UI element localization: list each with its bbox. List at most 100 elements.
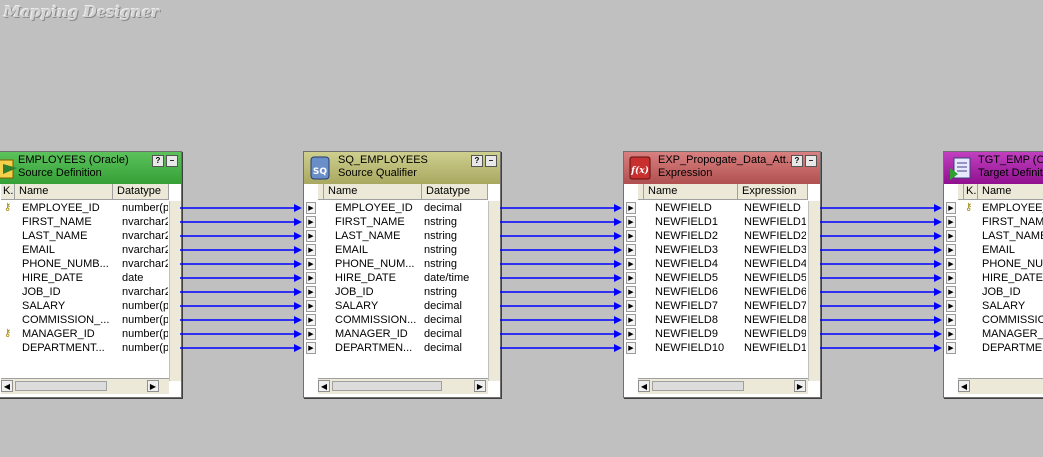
input-port-arrow[interactable]: ▶	[626, 230, 636, 242]
tgt-port-row[interactable]: ▶ ⚷ EMPLOYEE_	[944, 201, 1043, 215]
tgt-port-row[interactable]: ▶ COMMISSIO	[944, 313, 1043, 327]
col-header-expression[interactable]: Expression	[738, 184, 808, 200]
input-port-arrow[interactable]: ▶	[306, 272, 316, 284]
input-port-arrow[interactable]: ▶	[626, 286, 636, 298]
help-button[interactable]: ?	[791, 155, 803, 167]
tgt-header[interactable]: TGT_EMP (Or Target Definiti	[944, 152, 1043, 184]
col-header-name[interactable]: Name	[15, 184, 113, 200]
scroll-thumb[interactable]	[652, 381, 744, 391]
scroll-left-arrow[interactable]: ◀	[958, 380, 970, 392]
exp-port-row[interactable]: ▶NEWFIELD7NEWFIELD7▶	[624, 299, 820, 313]
input-port-arrow[interactable]: ▶	[306, 286, 316, 298]
scroll-thumb[interactable]	[332, 381, 442, 391]
exp-port-row[interactable]: ▶NEWFIELD3NEWFIELD3▶	[624, 243, 820, 257]
col-header-datatype[interactable]: Datatype	[422, 184, 488, 200]
input-port-arrow[interactable]: ▶	[306, 230, 316, 242]
input-port-arrow[interactable]: ▶	[626, 202, 636, 214]
scroll-right-arrow[interactable]: ▶	[474, 380, 486, 392]
exp-port-row[interactable]: ▶NEWFIELD9NEWFIELD9▶	[624, 327, 820, 341]
input-port-arrow[interactable]: ▶	[946, 342, 956, 354]
source-port-row[interactable]: DEPARTMENT...number(p▶	[0, 341, 181, 355]
input-port-arrow[interactable]: ▶	[306, 244, 316, 256]
input-port-arrow[interactable]: ▶	[626, 216, 636, 228]
input-port-arrow[interactable]: ▶	[626, 342, 636, 354]
col-header-name[interactable]: Name	[978, 184, 1043, 200]
exp-port-row[interactable]: ▶NEWFIELD4NEWFIELD4▶	[624, 257, 820, 271]
input-port-arrow[interactable]: ▶	[946, 202, 956, 214]
col-header-name[interactable]: Name	[324, 184, 422, 200]
exp-port-row[interactable]: ▶NEWFIELD8NEWFIELD8▶	[624, 313, 820, 327]
sq-port-row[interactable]: ▶MANAGER_IDdecimal▶	[304, 327, 500, 341]
input-port-arrow[interactable]: ▶	[626, 258, 636, 270]
target-definition-transformation[interactable]: TGT_EMP (Or Target Definiti K. Name ▶ ⚷ EM…	[943, 151, 1043, 398]
scroll-thumb[interactable]	[15, 381, 107, 391]
sq-port-row[interactable]: ▶LAST_NAMEnstring▶	[304, 229, 500, 243]
sq-port-row[interactable]: ▶EMAILnstring▶	[304, 243, 500, 257]
tgt-port-row[interactable]: ▶ DEPARTME	[944, 341, 1043, 355]
sq-port-row[interactable]: ▶JOB_IDnstring▶	[304, 285, 500, 299]
col-header-key[interactable]: K.	[964, 184, 978, 200]
input-port-arrow[interactable]: ▶	[306, 216, 316, 228]
col-header-name[interactable]: Name	[644, 184, 738, 200]
sq-port-row[interactable]: ▶HIRE_DATEdate/time▶	[304, 271, 500, 285]
source-port-row[interactable]: ⚷EMPLOYEE_IDnumber(p▶	[0, 201, 181, 215]
exp-hscroll[interactable]: ◀ ▶	[638, 378, 808, 394]
input-port-arrow[interactable]: ▶	[946, 328, 956, 340]
sq-port-row[interactable]: ▶PHONE_NUM...nstring▶	[304, 257, 500, 271]
source-port-row[interactable]: HIRE_DATEdate▶	[0, 271, 181, 285]
sq-port-row[interactable]: ▶COMMISSION...decimal▶	[304, 313, 500, 327]
tgt-port-row[interactable]: ▶ SALARY	[944, 299, 1043, 313]
exp-port-row[interactable]: ▶NEWFIELDNEWFIELD▶	[624, 201, 820, 215]
tgt-port-row[interactable]: ▶ PHONE_NU	[944, 257, 1043, 271]
input-port-arrow[interactable]: ▶	[946, 216, 956, 228]
source-port-row[interactable]: COMMISSION_...number(p▶	[0, 313, 181, 327]
tgt-port-row[interactable]: ▶ LAST_NAME	[944, 229, 1043, 243]
source-port-row[interactable]: PHONE_NUMB...nvarchar2▶	[0, 257, 181, 271]
input-port-arrow[interactable]: ▶	[306, 258, 316, 270]
input-port-arrow[interactable]: ▶	[946, 230, 956, 242]
help-button[interactable]: ?	[152, 155, 164, 167]
source-port-row[interactable]: ⚷MANAGER_IDnumber(p▶	[0, 327, 181, 341]
input-port-arrow[interactable]: ▶	[626, 328, 636, 340]
source-hscroll[interactable]: ◀ ▶	[1, 378, 169, 394]
tgt-hscroll[interactable]: ◀	[958, 378, 1043, 394]
input-port-arrow[interactable]: ▶	[946, 314, 956, 326]
minimize-button[interactable]: –	[166, 155, 178, 167]
source-header[interactable]: EMPLOYEES (Oracle) Source Definition ? –	[0, 152, 181, 184]
tgt-port-row[interactable]: ▶ HIRE_DATE	[944, 271, 1043, 285]
input-port-arrow[interactable]: ▶	[306, 300, 316, 312]
input-port-arrow[interactable]: ▶	[626, 314, 636, 326]
sq-port-row[interactable]: ▶DEPARTMEN...decimal▶	[304, 341, 500, 355]
scroll-left-arrow[interactable]: ◀	[1, 380, 13, 392]
source-port-row[interactable]: FIRST_NAMEnvarchar2▶	[0, 215, 181, 229]
input-port-arrow[interactable]: ▶	[626, 300, 636, 312]
input-port-arrow[interactable]: ▶	[946, 272, 956, 284]
tgt-port-row[interactable]: ▶ MANAGER_	[944, 327, 1043, 341]
col-header-datatype[interactable]: Datatype	[113, 184, 169, 200]
source-port-row[interactable]: SALARYnumber(p▶	[0, 299, 181, 313]
sq-hscroll[interactable]: ◀ ▶	[318, 378, 488, 394]
input-port-arrow[interactable]: ▶	[946, 286, 956, 298]
source-port-row[interactable]: EMAILnvarchar2▶	[0, 243, 181, 257]
input-port-arrow[interactable]: ▶	[626, 272, 636, 284]
scroll-left-arrow[interactable]: ◀	[318, 380, 330, 392]
source-port-row[interactable]: JOB_IDnvarchar2▶	[0, 285, 181, 299]
scroll-right-arrow[interactable]: ▶	[794, 380, 806, 392]
col-header-key[interactable]: K.	[1, 184, 15, 200]
exp-port-row[interactable]: ▶NEWFIELD5NEWFIELD5▶	[624, 271, 820, 285]
sq-port-row[interactable]: ▶FIRST_NAMEnstring▶	[304, 215, 500, 229]
input-port-arrow[interactable]: ▶	[306, 314, 316, 326]
exp-header[interactable]: f(x) EXP_Propogate_Data_Att... Expressio…	[624, 152, 820, 184]
sq-port-row[interactable]: ▶EMPLOYEE_IDdecimal▶	[304, 201, 500, 215]
minimize-button[interactable]: –	[485, 155, 497, 167]
tgt-port-row[interactable]: ▶ JOB_ID	[944, 285, 1043, 299]
exp-port-row[interactable]: ▶NEWFIELD6NEWFIELD6▶	[624, 285, 820, 299]
input-port-arrow[interactable]: ▶	[306, 202, 316, 214]
input-port-arrow[interactable]: ▶	[946, 300, 956, 312]
source-port-row[interactable]: LAST_NAMEnvarchar2▶	[0, 229, 181, 243]
tgt-port-row[interactable]: ▶ FIRST_NAM	[944, 215, 1043, 229]
sq-header[interactable]: SQ SQ_EMPLOYEES Source Qualifier ? –	[304, 152, 500, 184]
exp-port-row[interactable]: ▶NEWFIELD10NEWFIELD1▶	[624, 341, 820, 355]
help-button[interactable]: ?	[471, 155, 483, 167]
expression-transformation[interactable]: f(x) EXP_Propogate_Data_Att... Expressio…	[623, 151, 821, 398]
